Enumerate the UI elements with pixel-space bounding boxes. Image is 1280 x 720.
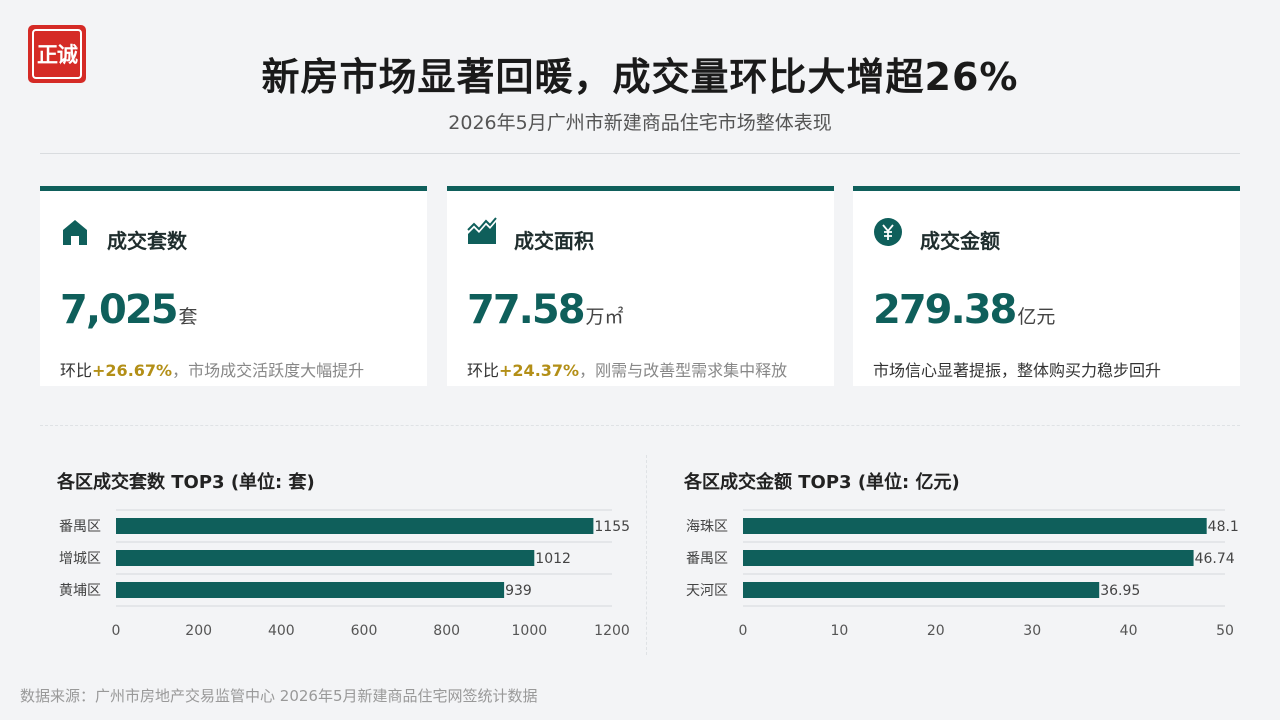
value-label: 1012 — [535, 551, 571, 567]
x-tick-label: 40 — [1120, 623, 1138, 639]
x-tick-label: 1000 — [512, 623, 548, 639]
card-value-row: 77.58 万㎡ — [467, 287, 624, 333]
data-source: 数据来源：广州市房地产交易监管中心 2026年5月新建商品住宅网签统计数据 — [20, 687, 538, 705]
house-icon — [63, 220, 87, 245]
x-tick-label: 10 — [830, 623, 848, 639]
x-tick-label: 20 — [927, 623, 945, 639]
card-unit: 万㎡ — [585, 306, 624, 328]
x-tick-label: 50 — [1216, 623, 1234, 639]
x-tick-label: 30 — [1023, 623, 1041, 639]
bar — [743, 550, 1194, 566]
desc-highlight: +26.67% — [92, 361, 173, 380]
desc-suffix: ，市场成交活跃度大幅提升 — [172, 361, 365, 380]
chart-title-units: 各区成交套数 TOP3 (单位: 套) — [57, 472, 315, 493]
x-tick-label: 600 — [351, 623, 378, 639]
bar-chart-units: 番禺区 1155 增城区 1012 黄埔区 939 0 200 400 600 800 1000 120… — [59, 509, 630, 639]
desc-suffix: ，刚需与改善型需求集中释放 — [579, 361, 788, 380]
value-label: 36.95 — [1100, 583, 1140, 599]
desc-prefix: 环比 — [60, 361, 93, 380]
category-label: 番禺区 — [686, 551, 728, 567]
x-tick-label: 1200 — [594, 623, 630, 639]
value-label: 46.74 — [1195, 551, 1235, 567]
page-title: 新房市场显著回暖，成交量环比大增超26% — [261, 55, 1019, 99]
x-tick-label: 0 — [112, 623, 121, 639]
x-tick-label: 200 — [185, 623, 212, 639]
section-divider — [40, 425, 1240, 426]
card-label: 成交套数 — [107, 229, 187, 253]
card-value: 77.58 — [467, 287, 586, 333]
card-desc: 环比+26.67%，市场成交活跃度大幅提升 — [60, 357, 364, 381]
value-label: 48.1 — [1208, 519, 1239, 535]
category-label: 增城区 — [59, 551, 101, 567]
bar-chart-amount: 海珠区 48.1 番禺区 46.74 天河区 36.95 0 10 20 30 40 50 — [686, 509, 1239, 639]
x-tick-label: 800 — [433, 623, 460, 639]
category-label: 黄埔区 — [59, 582, 101, 599]
card-sales-amount: 成交金额 279.38 亿元 市场信心显著提振，整体购买力稳步回升 — [853, 186, 1240, 386]
card-desc: 市场信心显著提振，整体购买力稳步回升 — [873, 357, 1161, 381]
card-label: 成交金额 — [920, 229, 1000, 253]
bar — [743, 582, 1100, 598]
chart-divider — [646, 455, 647, 655]
bar — [743, 518, 1207, 534]
x-tick-label: 0 — [739, 623, 748, 639]
header-divider — [40, 153, 1240, 154]
card-unit: 亿元 — [1017, 306, 1056, 328]
desc-text: 市场信心显著提振，整体购买力稳步回升 — [873, 361, 1162, 380]
card-value-row: 279.38 亿元 — [873, 287, 1055, 333]
bar — [116, 550, 535, 566]
card-unit: 套 — [178, 306, 198, 328]
area-chart-icon — [467, 217, 497, 244]
card-label: 成交面积 — [514, 229, 594, 253]
card-sales-area: 成交面积 77.58 万㎡ 环比+24.37%，刚需与改善型需求集中释放 — [447, 186, 834, 386]
card-value: 7,025 — [60, 287, 179, 333]
bar — [116, 582, 505, 598]
bar — [116, 518, 594, 534]
x-tick-label: 400 — [268, 623, 295, 639]
desc-prefix: 环比 — [467, 361, 500, 380]
page-subtitle: 2026年5月广州市新建商品住宅市场整体表现 — [448, 112, 832, 134]
category-label: 海珠区 — [686, 519, 728, 535]
desc-highlight: +24.37% — [499, 361, 580, 380]
card-sales-units: 成交套数 7,025 套 环比+26.67%，市场成交活跃度大幅提升 — [40, 186, 427, 386]
card-desc: 环比+24.37%，刚需与改善型需求集中释放 — [467, 357, 787, 381]
value-label: 939 — [505, 583, 532, 599]
category-label: 天河区 — [686, 583, 728, 599]
card-value: 279.38 — [873, 287, 1017, 333]
category-label: 番禺区 — [59, 519, 101, 535]
yen-coin-icon — [874, 218, 902, 246]
card-value-row: 7,025 套 — [60, 287, 198, 333]
value-label: 1155 — [594, 519, 630, 535]
chart-title-amount: 各区成交金额 TOP3 (单位: 亿元) — [684, 472, 960, 493]
